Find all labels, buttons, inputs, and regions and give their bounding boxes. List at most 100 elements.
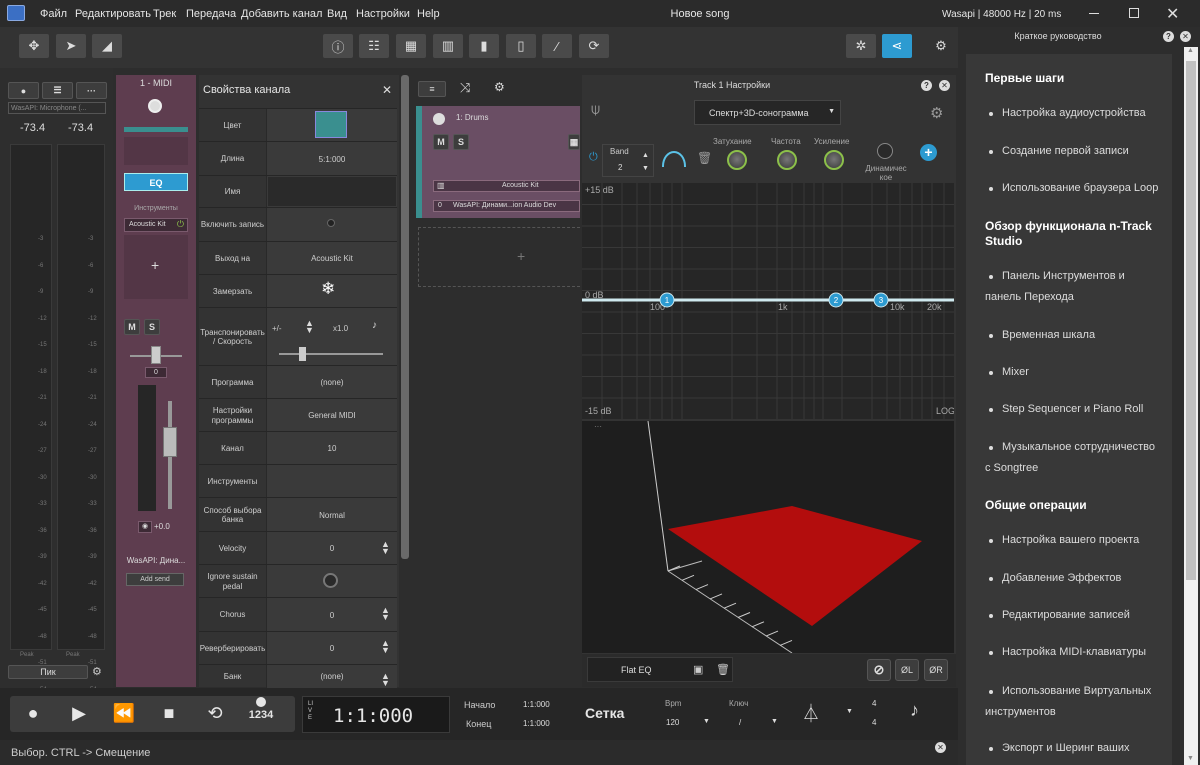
name-input[interactable] bbox=[268, 177, 396, 206]
guitar-tuner-icon[interactable]: ⁄ bbox=[542, 34, 572, 58]
property-value[interactable] bbox=[266, 308, 397, 366]
menu-help[interactable]: Help bbox=[417, 8, 440, 20]
maximize-icon[interactable] bbox=[1129, 8, 1139, 18]
guide-link[interactable]: Использование браузера Loop bbox=[985, 178, 1165, 199]
add-band-icon[interactable]: + bbox=[920, 144, 937, 161]
menu-settings[interactable]: Настройки bbox=[356, 8, 410, 20]
property-value[interactable] bbox=[266, 465, 397, 498]
guide-link[interactable]: Настройка вашего проекта bbox=[985, 530, 1165, 551]
bpm-value[interactable]: 120 bbox=[666, 718, 679, 727]
volume-envelope-icon[interactable]: ◢ bbox=[92, 34, 122, 58]
band-box[interactable]: Band 2 ▲ ▼ bbox=[602, 144, 654, 177]
guide-close-icon[interactable]: ✕ bbox=[1180, 31, 1191, 42]
band-delete-icon[interactable]: 🗑 bbox=[697, 151, 712, 165]
property-value[interactable]: 0 bbox=[266, 632, 397, 665]
eq-close-icon[interactable]: ✕ bbox=[939, 80, 950, 91]
start-value[interactable]: 1:1:000 bbox=[523, 700, 550, 709]
step-sequencer-icon[interactable]: ▦ bbox=[396, 34, 426, 58]
guide-link[interactable]: Панель Инструментов и панель Перехода bbox=[985, 266, 1163, 308]
track-solo-button[interactable]: S bbox=[453, 134, 469, 150]
guide-scroll-down-icon[interactable]: ▼ bbox=[1187, 755, 1194, 762]
bypass-icon[interactable]: ⊘ bbox=[867, 659, 891, 681]
guide-link[interactable]: Создание первой записи bbox=[985, 141, 1165, 162]
eq-settings-icon[interactable]: ⚙ bbox=[930, 104, 943, 122]
position-display[interactable]: LIVE 1:1:000 bbox=[302, 696, 450, 733]
metronome-icon[interactable]: ⏃ bbox=[802, 700, 820, 726]
mixer-icon[interactable]: ☷ bbox=[359, 34, 389, 58]
settings-gear-icon[interactable]: ⚙ bbox=[928, 34, 954, 58]
speed-slider-track[interactable] bbox=[279, 353, 383, 355]
time-sig-top[interactable]: 4 bbox=[872, 699, 876, 708]
track-drums[interactable]: 1: Drums M S ▦ ▥ Acoustic Kit 0 WasAPI: … bbox=[416, 106, 580, 218]
decay-knob[interactable] bbox=[727, 150, 747, 170]
bell-filter-icon[interactable] bbox=[662, 145, 686, 167]
peak-button[interactable]: Пик bbox=[8, 665, 88, 679]
volume-icon[interactable]: ◉ bbox=[138, 521, 152, 533]
metronome-dropdown-icon[interactable]: ▼ bbox=[846, 708, 853, 715]
track-routing-icon[interactable]: ⤨ bbox=[460, 80, 470, 96]
move-tool-icon[interactable]: ✥ bbox=[19, 34, 49, 58]
metronome-tool-icon[interactable]: ▯ bbox=[506, 34, 536, 58]
phase-right-button[interactable]: ØR bbox=[924, 659, 948, 681]
status-close-icon[interactable]: ✕ bbox=[935, 742, 946, 753]
menu-edit[interactable]: Редактировать bbox=[75, 8, 151, 20]
guide-link[interactable]: Добавление Эффектов bbox=[985, 568, 1165, 589]
track-mute-button[interactable]: M bbox=[433, 134, 449, 150]
freeze-snowflake-icon[interactable]: ❄ bbox=[321, 279, 335, 299]
pan-value[interactable]: 0 bbox=[145, 367, 167, 378]
track-list-menu-icon[interactable]: ≡ bbox=[418, 81, 446, 97]
properties-scrollbar[interactable] bbox=[401, 75, 409, 559]
save-preset-icon[interactable]: ▣ bbox=[693, 663, 703, 676]
grid-button[interactable]: Сетка bbox=[585, 705, 624, 721]
guide-link[interactable]: Step Sequencer и Piano Roll bbox=[985, 399, 1165, 420]
record-enable-dot[interactable] bbox=[327, 219, 335, 227]
gain-knob[interactable] bbox=[824, 150, 844, 170]
channel-fx-area[interactable] bbox=[124, 137, 188, 165]
property-value[interactable]: 5:1:000 bbox=[266, 142, 397, 176]
track-instrument-slot[interactable]: ▥ Acoustic Kit bbox=[433, 180, 580, 192]
delete-preset-icon[interactable]: 🗑 bbox=[716, 663, 730, 676]
guide-link[interactable]: Временная шкала bbox=[985, 325, 1165, 346]
share-icon[interactable]: ⋖ bbox=[882, 34, 912, 58]
end-value[interactable]: 1:1:000 bbox=[523, 719, 550, 728]
track-device-slot[interactable]: 0 WasAPI: Динами...ion Audio Dev bbox=[433, 200, 580, 212]
piano-roll-icon[interactable]: ▥ bbox=[433, 34, 463, 58]
channel-mute-button[interactable]: M bbox=[124, 319, 140, 335]
velocity-stepper-icon[interactable]: ▲ ▼ bbox=[381, 540, 390, 556]
record-arm-button[interactable]: ● bbox=[8, 82, 39, 99]
guide-link[interactable]: Mixer bbox=[985, 362, 1165, 383]
property-value[interactable]: Normal bbox=[266, 498, 397, 532]
property-value[interactable]: 10 bbox=[266, 432, 397, 465]
input-device-label[interactable]: WasAPI: Microphone (... bbox=[8, 102, 106, 114]
property-value[interactable]: General MIDI bbox=[266, 399, 397, 432]
guide-link[interactable]: Экспорт и Шеринг ваших bbox=[985, 738, 1165, 759]
menu-track[interactable]: Трек bbox=[153, 8, 176, 20]
guide-scroll-thumb[interactable] bbox=[1186, 61, 1196, 580]
play-button[interactable]: ▶ bbox=[62, 698, 96, 728]
reverb-stepper-icon[interactable]: ▲ ▼ bbox=[381, 639, 390, 655]
view-mode-dropdown[interactable]: Спектр+3D-сонограмма ▼ bbox=[694, 100, 841, 125]
add-track-area[interactable]: + bbox=[418, 227, 580, 287]
band-power-icon[interactable]: ⏻ bbox=[589, 151, 598, 164]
preset-box[interactable]: Flat EQ ▣ 🗑 bbox=[587, 657, 733, 682]
key-value[interactable]: / bbox=[739, 718, 741, 727]
track-name[interactable]: 1: Drums bbox=[456, 113, 488, 122]
add-send-button[interactable]: Add send bbox=[126, 573, 184, 586]
info-icon[interactable]: ⓘ bbox=[323, 34, 353, 58]
guide-link[interactable]: Настройка аудиоустройства bbox=[985, 103, 1165, 124]
time-sig-bottom[interactable]: 4 bbox=[872, 718, 876, 727]
properties-close-icon[interactable]: ✕ bbox=[382, 83, 392, 97]
key-dropdown-icon[interactable]: ▼ bbox=[771, 718, 778, 725]
loop-button[interactable]: ⟲ bbox=[198, 698, 232, 728]
instrument-power-icon[interactable]: ⏻ bbox=[177, 219, 184, 230]
rewind-button[interactable]: ⏪ bbox=[107, 698, 141, 728]
sonogram-3d[interactable]: ··· bbox=[582, 421, 954, 653]
eq-curve-graph[interactable]: +15 dB 0 dB -15 dB 100 1k 10k 20k LOG 1 … bbox=[582, 183, 954, 419]
guide-link[interactable]: Использование Виртуальных инструментов bbox=[985, 681, 1163, 723]
pan-slider-handle[interactable] bbox=[151, 346, 161, 364]
property-value[interactable]: 0 bbox=[266, 532, 397, 565]
eq-button[interactable]: EQ bbox=[124, 173, 188, 191]
instrument-slot[interactable]: Acoustic Kit ⏻ bbox=[124, 218, 188, 232]
guide-help-icon[interactable]: ? bbox=[1163, 31, 1174, 42]
channel-solo-button[interactable]: S bbox=[144, 319, 160, 335]
